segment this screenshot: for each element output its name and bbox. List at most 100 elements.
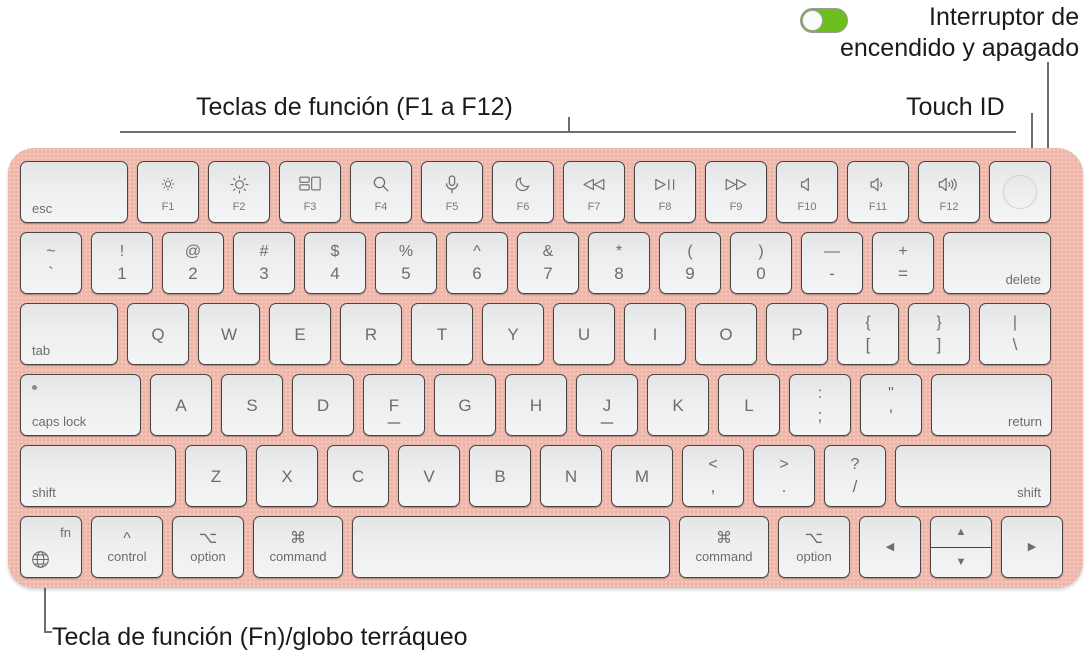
- arrow-up-icon[interactable]: ▲: [931, 517, 991, 548]
- key-option-left[interactable]: ⌥ option: [172, 516, 244, 578]
- key-o[interactable]: O: [695, 303, 757, 365]
- key-b[interactable]: B: [469, 445, 531, 507]
- key-p-label: P: [791, 324, 803, 344]
- fast-forward-icon: [724, 174, 748, 194]
- key-t[interactable]: T: [411, 303, 473, 365]
- key-x[interactable]: X: [256, 445, 318, 507]
- key-f10[interactable]: F10: [776, 161, 838, 223]
- key-n-label: N: [564, 466, 578, 486]
- key-minus-shift: —: [824, 243, 840, 260]
- key-arrow-right[interactable]: ▶: [1001, 516, 1063, 578]
- key-touch-id[interactable]: [989, 161, 1051, 223]
- play-pause-icon: [654, 174, 676, 194]
- key-y[interactable]: Y: [482, 303, 544, 365]
- toggle-knob: [802, 10, 823, 31]
- key-5[interactable]: % 5: [375, 232, 437, 294]
- key-shift-left[interactable]: shift: [20, 445, 176, 507]
- key-n[interactable]: N: [540, 445, 602, 507]
- key-bracket-right-shift: }: [936, 314, 942, 331]
- key-equal[interactable]: + =: [872, 232, 934, 294]
- key-4[interactable]: $ 4: [304, 232, 366, 294]
- key-grave[interactable]: ~ `: [20, 232, 82, 294]
- key-option-right-symbol: ⌥: [804, 530, 824, 547]
- key-f9[interactable]: F9: [705, 161, 767, 223]
- key-bracket-left[interactable]: { [: [837, 303, 899, 365]
- key-fn-globe[interactable]: fn: [20, 516, 82, 578]
- key-7[interactable]: & 7: [517, 232, 579, 294]
- key-return[interactable]: return: [931, 374, 1052, 436]
- key-k[interactable]: K: [647, 374, 709, 436]
- key-z[interactable]: Z: [185, 445, 247, 507]
- key-arrow-updown[interactable]: ▲ ▼: [930, 516, 992, 578]
- key-option-right[interactable]: ⌥ option: [778, 516, 850, 578]
- keyboard-row-number: ~ ` ! 1 @ 2 # 3 $ 4 % 5 ^ 6 & 7 * 8 (9 …: [8, 232, 1051, 294]
- key-control-left[interactable]: ^ control: [91, 516, 163, 578]
- key-b-label: B: [494, 466, 506, 486]
- key-v[interactable]: V: [398, 445, 460, 507]
- key-f6[interactable]: F6: [492, 161, 554, 223]
- key-command-right[interactable]: ⌘ command: [679, 516, 769, 578]
- key-f4[interactable]: F4: [350, 161, 412, 223]
- key-f11[interactable]: F11: [847, 161, 909, 223]
- key-backslash[interactable]: | \: [979, 303, 1051, 365]
- key-9[interactable]: ( 9: [659, 232, 721, 294]
- key-l[interactable]: L: [718, 374, 780, 436]
- key-8[interactable]: * 8: [588, 232, 650, 294]
- key-minus[interactable]: — -: [801, 232, 863, 294]
- key-c[interactable]: C: [327, 445, 389, 507]
- key-h[interactable]: H: [505, 374, 567, 436]
- key-caps-lock[interactable]: caps lock: [20, 374, 141, 436]
- key-f12[interactable]: F12: [918, 161, 980, 223]
- key-m[interactable]: M: [611, 445, 673, 507]
- key-command-left-label: command: [269, 549, 327, 564]
- key-slash[interactable]: ? /: [824, 445, 886, 507]
- key-p[interactable]: P: [766, 303, 828, 365]
- spotlight-search-icon: [372, 174, 390, 194]
- key-quote[interactable]: " ': [860, 374, 922, 436]
- key-j-label: J: [602, 395, 612, 415]
- key-e[interactable]: E: [269, 303, 331, 365]
- arrow-down-icon[interactable]: ▼: [931, 548, 991, 578]
- key-arrow-left[interactable]: ◀: [859, 516, 921, 578]
- key-esc[interactable]: esc: [20, 161, 128, 223]
- key-r[interactable]: R: [340, 303, 402, 365]
- key-3[interactable]: # 3: [233, 232, 295, 294]
- key-f[interactable]: F: [363, 374, 425, 436]
- key-option-left-symbol: ⌥: [198, 530, 218, 547]
- key-d[interactable]: D: [292, 374, 354, 436]
- key-slash-shift: ?: [850, 456, 860, 473]
- key-f3[interactable]: F3: [279, 161, 341, 223]
- key-delete[interactable]: delete: [943, 232, 1051, 294]
- keyboard-row-function: esc F1 F2 F3 F4 F5 F6 F7 F8 F9 F10 F11 F…: [8, 161, 1051, 223]
- key-period[interactable]: > .: [753, 445, 815, 507]
- key-shift-right[interactable]: shift: [895, 445, 1051, 507]
- key-semicolon[interactable]: : ;: [789, 374, 851, 436]
- key-6[interactable]: ^ 6: [446, 232, 508, 294]
- key-f5[interactable]: F5: [421, 161, 483, 223]
- key-tab[interactable]: tab: [20, 303, 118, 365]
- key-f1[interactable]: F1: [137, 161, 199, 223]
- key-f7[interactable]: F7: [563, 161, 625, 223]
- key-command-left[interactable]: ⌘ command: [253, 516, 343, 578]
- key-0-shift: ): [758, 243, 764, 260]
- key-q[interactable]: Q: [127, 303, 189, 365]
- key-1[interactable]: ! 1: [91, 232, 153, 294]
- key-w[interactable]: W: [198, 303, 260, 365]
- key-0[interactable]: ) 0: [730, 232, 792, 294]
- leader-line-power-switch: [1047, 62, 1049, 157]
- keyboard-row-home: caps lock A S D F G H J K L : ; " ' retu…: [8, 374, 1052, 436]
- key-j[interactable]: J: [576, 374, 638, 436]
- key-space[interactable]: [352, 516, 670, 578]
- globe-icon: [31, 550, 50, 569]
- key-g[interactable]: G: [434, 374, 496, 436]
- key-f2[interactable]: F2: [208, 161, 270, 223]
- key-comma[interactable]: < ,: [682, 445, 744, 507]
- key-a[interactable]: A: [150, 374, 212, 436]
- key-i[interactable]: I: [624, 303, 686, 365]
- key-f8[interactable]: F8: [634, 161, 696, 223]
- key-bracket-right[interactable]: } ]: [908, 303, 970, 365]
- key-u[interactable]: U: [553, 303, 615, 365]
- key-s[interactable]: S: [221, 374, 283, 436]
- key-2[interactable]: @ 2: [162, 232, 224, 294]
- annotation-function-keys: Teclas de función (F1 a F12): [196, 93, 513, 121]
